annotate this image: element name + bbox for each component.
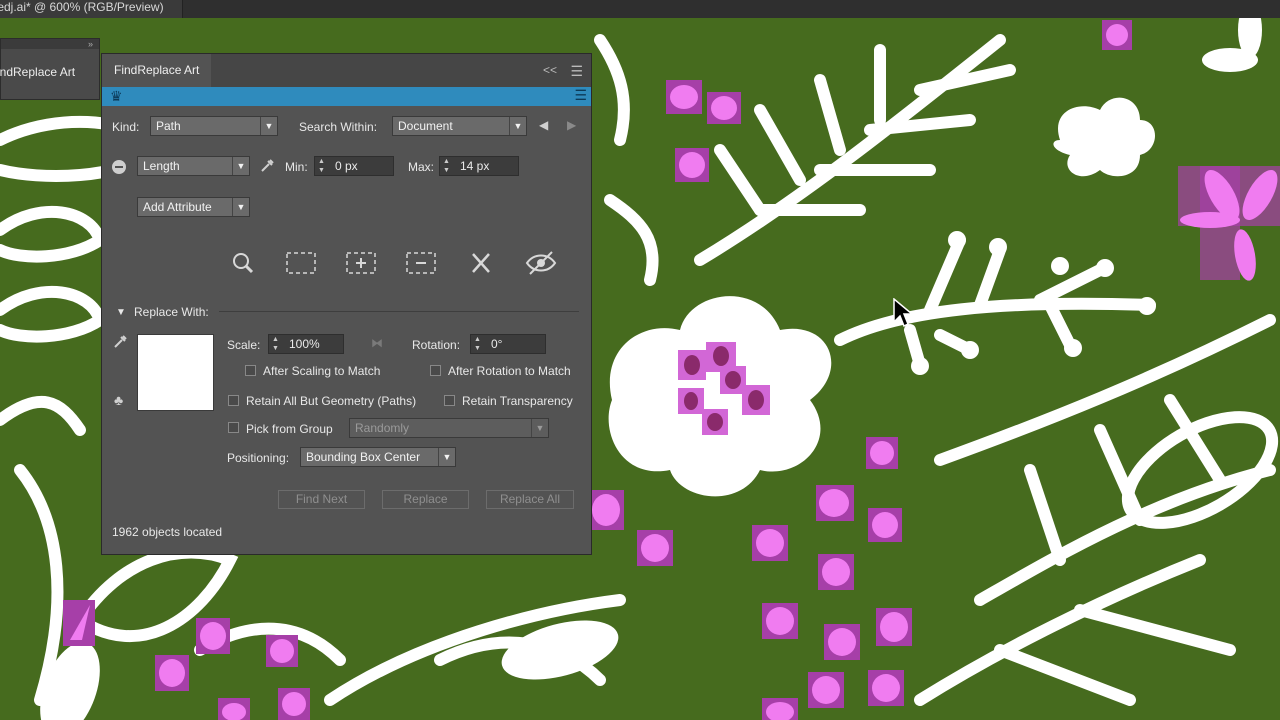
hide-icon[interactable] [524, 248, 558, 278]
eyedropper-icon[interactable] [259, 158, 275, 174]
pick-from-group-label: Pick from Group [246, 422, 333, 436]
max-value: 14 px [460, 159, 490, 173]
rotation-label: Rotation: [412, 338, 461, 352]
document-tab-title: tedj.ai* @ 600% (RGB/Preview) [0, 0, 164, 14]
chevron-down-icon: ▼ [531, 419, 548, 437]
search-within-label: Search Within: [299, 120, 378, 134]
status-text: 1962 objects located [112, 525, 223, 539]
kind-dropdown[interactable]: Path ▼ [150, 116, 278, 136]
kind-label: Kind: [112, 120, 140, 134]
chevron-down-icon: ▼ [438, 448, 455, 466]
collapsed-panel-header[interactable]: » [1, 39, 99, 49]
next-arrow-icon[interactable]: ▶ [567, 118, 576, 132]
document-tab[interactable]: tedj.ai* @ 600% (RGB/Preview) [0, 0, 183, 18]
replace-all-button[interactable]: Replace All [486, 490, 574, 509]
retain-geometry-checkbox[interactable] [228, 395, 239, 406]
retain-transparency-checkbox[interactable] [444, 395, 455, 406]
add-to-selection-icon[interactable] [344, 248, 378, 278]
collapse-panel-icon[interactable]: << [543, 63, 557, 77]
replace-with-label: Replace With: [134, 305, 209, 319]
max-label: Max: [408, 160, 435, 174]
kind-value: Path [156, 119, 181, 133]
chevron-down-icon: ▼ [232, 198, 249, 216]
scale-label: Scale: [227, 338, 261, 352]
positioning-dropdown[interactable]: Bounding Box Center ▼ [300, 447, 456, 467]
attribute-dropdown[interactable]: Length ▼ [137, 156, 250, 176]
retain-transparency-label: Retain Transparency [462, 394, 573, 408]
rotation-stepper[interactable]: ▲ ▼ 0° [470, 334, 546, 354]
replace-button[interactable]: Replace [382, 490, 469, 509]
search-icon[interactable] [226, 248, 260, 278]
pick-from-group-checkbox[interactable] [228, 422, 239, 433]
min-label: Min: [285, 160, 308, 174]
attribute-value: Length [143, 159, 180, 173]
pick-mode-dropdown[interactable]: Randomly ▼ [349, 418, 549, 438]
replacement-preview-swatch[interactable] [137, 334, 214, 411]
min-value: 0 px [335, 159, 358, 173]
select-icon[interactable] [284, 248, 318, 278]
chevron-down-icon: ▼ [509, 117, 526, 135]
stepper-arrows-icon[interactable]: ▲ ▼ [443, 157, 450, 175]
search-within-dropdown[interactable]: Document ▼ [392, 116, 527, 136]
scale-value: 100% [289, 337, 320, 351]
after-rotation-checkbox[interactable] [430, 365, 441, 376]
add-attribute-label: Add Attribute [143, 200, 212, 214]
link-icon[interactable]: ⧓ [371, 336, 383, 350]
remove-from-selection-icon[interactable] [404, 248, 438, 278]
panel-title[interactable]: FindReplace Art [102, 54, 212, 87]
close-icon[interactable] [464, 248, 498, 278]
after-scaling-checkbox[interactable] [245, 365, 256, 376]
search-within-value: Document [398, 119, 453, 133]
scale-stepper[interactable]: ▲ ▼ 100% [268, 334, 344, 354]
stepper-arrows-icon[interactable]: ▲ ▼ [272, 335, 279, 353]
pick-mode-value: Randomly [355, 421, 410, 435]
panel-titlebar[interactable]: FindReplace Art << ☰ [102, 54, 591, 87]
collapsed-panel: » indReplace Art [0, 38, 100, 100]
max-stepper[interactable]: ▲ ▼ 14 px [439, 156, 519, 176]
previous-arrow-icon[interactable]: ◀ [539, 118, 548, 132]
add-attribute-dropdown[interactable]: Add Attribute ▼ [137, 197, 250, 217]
disclosure-triangle-icon[interactable]: ▼ [116, 307, 126, 318]
after-scaling-label: After Scaling to Match [263, 364, 381, 378]
club-symbol-icon[interactable]: ♣ [114, 392, 123, 408]
plugin-menu-icon[interactable]: ☰ [574, 87, 587, 104]
rotation-value: 0° [491, 337, 503, 351]
chevron-down-icon: ▼ [260, 117, 277, 135]
expand-icon[interactable]: » [88, 39, 93, 49]
after-rotation-label: After Rotation to Match [448, 364, 571, 378]
stepper-arrows-icon[interactable]: ▲ ▼ [318, 157, 325, 175]
findreplace-panel: FindReplace Art << ☰ ♛ ☰ Kind: Path ▼ Sea… [101, 53, 592, 555]
remove-attribute-icon[interactable] [111, 159, 127, 175]
retain-geometry-label: Retain All But Geometry (Paths) [246, 394, 417, 408]
collapsed-panel-tab[interactable]: indReplace Art [0, 65, 79, 79]
min-stepper[interactable]: ▲ ▼ 0 px [314, 156, 394, 176]
collapsed-panel-tab-label: indReplace Art [0, 65, 76, 79]
document-tab-bar: tedj.ai* @ 600% (RGB/Preview) [0, 0, 1280, 18]
plugin-banner: ♛ ☰ [102, 87, 591, 106]
section-divider [219, 311, 579, 312]
find-next-button[interactable]: Find Next [278, 490, 365, 509]
eyedropper-icon[interactable] [112, 334, 128, 350]
positioning-label: Positioning: [227, 451, 290, 465]
positioning-value: Bounding Box Center [306, 450, 421, 464]
panel-menu-icon[interactable]: ☰ [570, 63, 583, 80]
mouse-cursor-icon [893, 298, 915, 328]
chevron-down-icon: ▼ [232, 157, 249, 175]
stepper-arrows-icon[interactable]: ▲ ▼ [474, 335, 481, 353]
crown-logo-icon: ♛ [110, 88, 123, 104]
